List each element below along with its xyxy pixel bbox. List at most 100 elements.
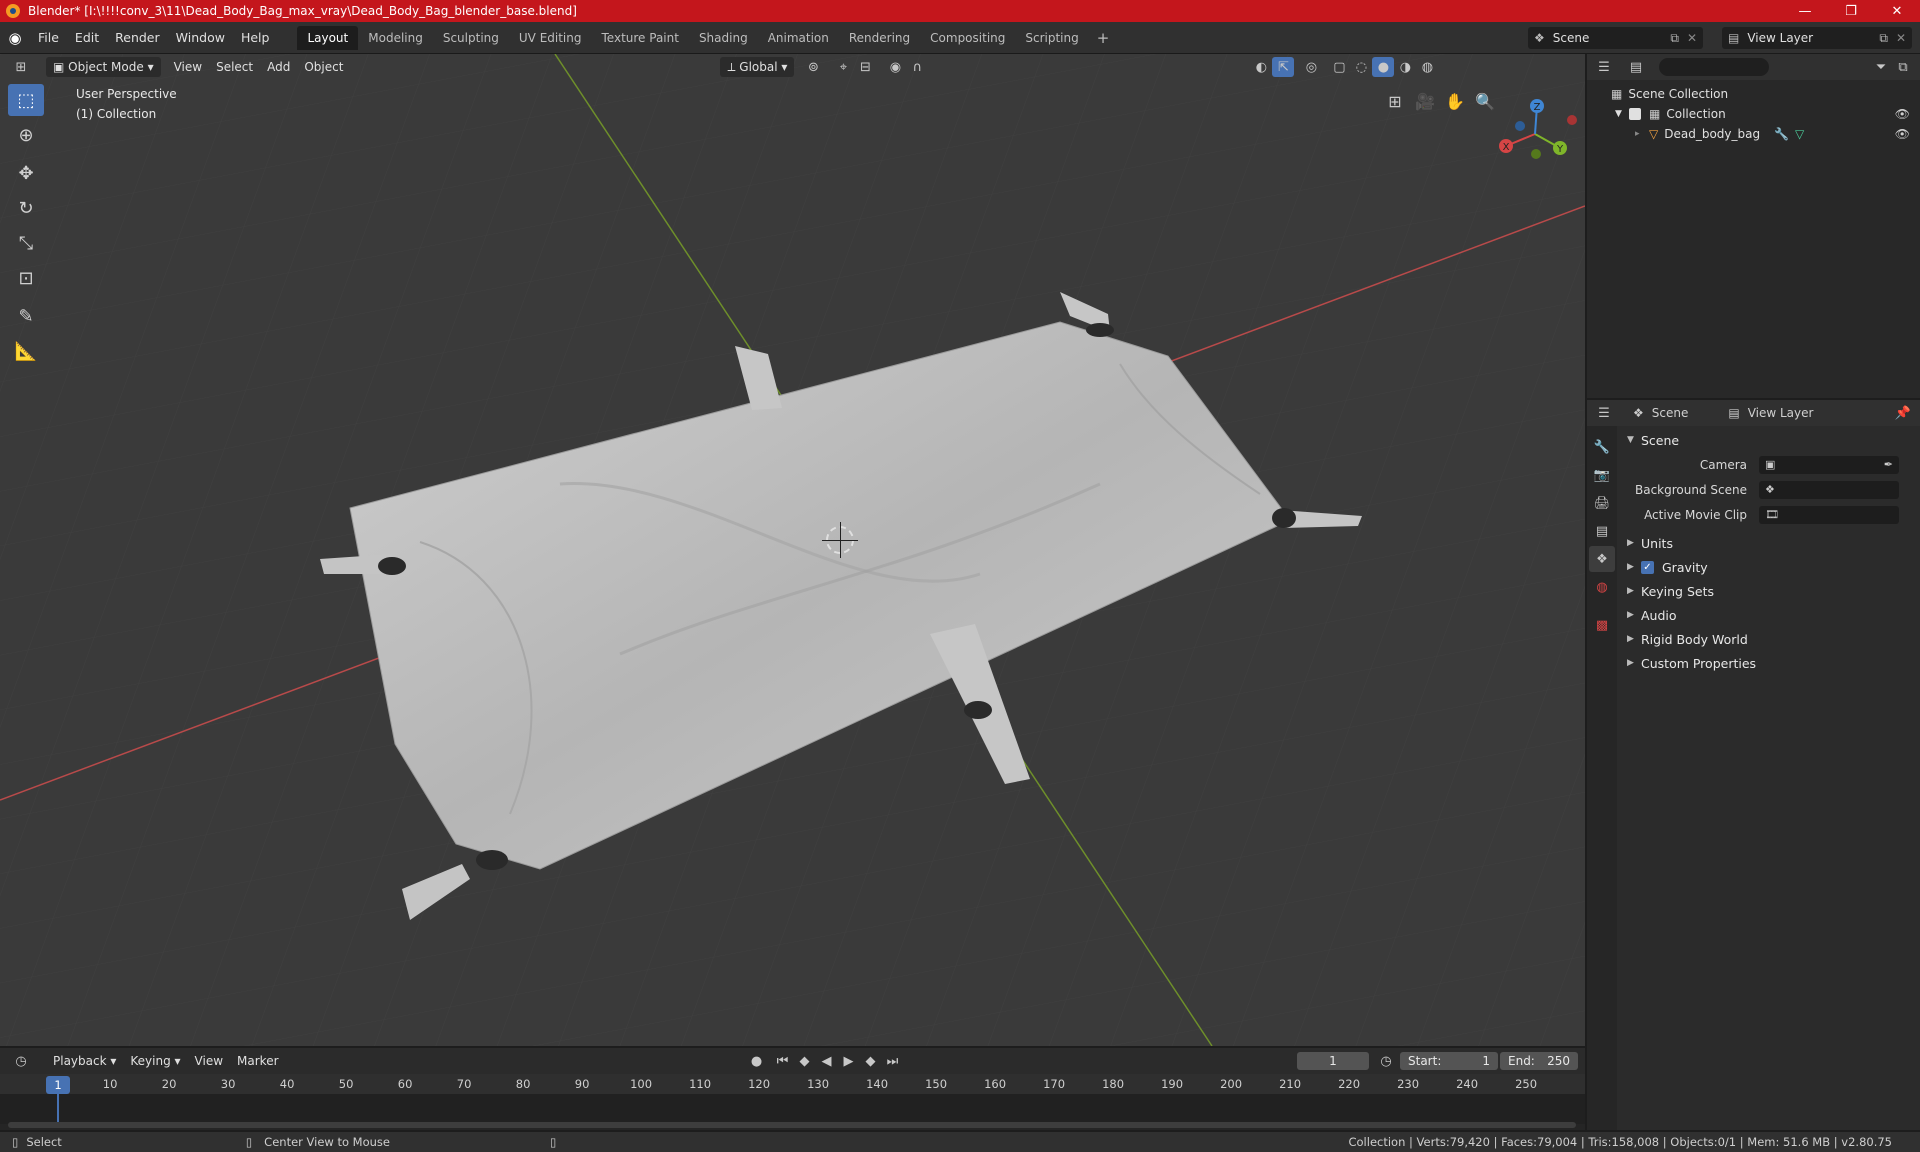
outliner-row-scene-collection[interactable]: ▦ Scene Collection (1587, 84, 1920, 104)
neg-y-axis-gizmo[interactable] (1531, 149, 1541, 159)
close-button[interactable]: ✕ (1874, 0, 1920, 22)
timeline-scrollbar[interactable] (8, 1122, 1576, 1128)
pivot-point-icon[interactable]: ⊚ (802, 57, 824, 77)
new-collection-icon[interactable]: ⧉ (1892, 57, 1914, 77)
play-icon[interactable]: ▶ (838, 1051, 860, 1071)
object-mode-dropdown[interactable]: ▣ Object Mode ▾ (46, 57, 161, 77)
view-layer-selector[interactable]: ▤ View Layer ⧉ ✕ (1722, 27, 1912, 49)
tab-layout[interactable]: Layout (297, 25, 359, 50)
new-scene-icon[interactable]: ⧉ (1670, 31, 1679, 46)
tool-settings-tab-icon[interactable]: 🔧 (1589, 434, 1615, 460)
tab-animation[interactable]: Animation (758, 26, 839, 50)
record-keyframe-icon[interactable]: ● (746, 1051, 768, 1071)
jump-to-prev-keyframe-icon[interactable]: ◆ (794, 1051, 816, 1071)
outliner-search-input[interactable] (1659, 58, 1769, 76)
viewport-menu-add[interactable]: Add (260, 57, 297, 77)
camera-icon[interactable]: 🎥 (1410, 86, 1440, 116)
output-tab-icon[interactable]: 🖨 (1589, 490, 1615, 516)
jump-to-next-keyframe-icon[interactable]: ◆ (860, 1051, 882, 1071)
select-box-tool-icon[interactable]: ⬚ (8, 84, 44, 116)
blender-logo-icon[interactable]: ◉ (0, 29, 30, 47)
tab-scripting[interactable]: Scripting (1015, 26, 1088, 50)
background-scene-field[interactable]: ❖ (1759, 480, 1899, 499)
move-tool-icon[interactable]: ✥ (8, 157, 44, 189)
start-frame-field[interactable]: Start: 1 (1400, 1052, 1498, 1070)
visibility-icon[interactable]: ◐ (1250, 57, 1272, 77)
world-tab-icon[interactable]: ◍ (1589, 574, 1615, 600)
delete-view-layer-icon[interactable]: ✕ (1896, 31, 1906, 45)
rotate-tool-icon[interactable]: ↻ (8, 192, 44, 224)
rendered-shading-icon[interactable]: ◍ (1416, 57, 1438, 77)
outliner-editor-type-icon[interactable]: ☰ (1593, 57, 1615, 77)
wireframe-shading-icon[interactable]: ◌ (1350, 57, 1372, 77)
timeline-menu-view[interactable]: View (188, 1051, 230, 1071)
tab-rendering[interactable]: Rendering (839, 26, 920, 50)
timeline-editor-type-icon[interactable]: ◷ (10, 1051, 32, 1071)
menu-edit[interactable]: Edit (67, 26, 107, 50)
tab-texture-paint[interactable]: Texture Paint (592, 26, 689, 50)
gizmo-toggle-icon[interactable]: ⇱ (1272, 57, 1295, 77)
xray-icon[interactable]: ▢ (1328, 57, 1350, 77)
overlays-icon[interactable]: ◎ (1300, 57, 1322, 77)
mesh-data-icon[interactable]: ▽ (1795, 127, 1804, 141)
tab-compositing[interactable]: Compositing (920, 26, 1015, 50)
current-frame-field[interactable]: 1 (1297, 1052, 1369, 1070)
modifier-wrench-icon[interactable]: 🔧 (1774, 127, 1789, 141)
gravity-panel-header[interactable]: ▶ ✓ Gravity (1617, 555, 1920, 579)
falloff-icon[interactable]: ∩ (906, 57, 928, 77)
tab-uv-editing[interactable]: UV Editing (509, 26, 592, 50)
collection-visibility-eye-icon[interactable]: 👁 (1895, 107, 1910, 121)
measure-tool-icon[interactable]: 📐 (8, 335, 44, 367)
timeline-menu-marker[interactable]: Marker (230, 1051, 285, 1071)
units-panel-header[interactable]: ▶ Units (1617, 531, 1920, 555)
outliner-row-dead-body-bag[interactable]: ▸ ▽ Dead_body_bag 🔧 ▽ 👁 (1587, 124, 1920, 144)
timeline-menu-playback[interactable]: Playback ▾ (46, 1051, 123, 1071)
menu-render[interactable]: Render (107, 26, 168, 50)
snap-target-icon[interactable]: ⊟ (854, 57, 876, 77)
menu-help[interactable]: Help (233, 26, 278, 50)
menu-window[interactable]: Window (168, 26, 233, 50)
neg-z-axis-gizmo[interactable] (1515, 121, 1525, 131)
render-tab-icon[interactable]: 📷 (1589, 462, 1615, 488)
end-frame-field[interactable]: End: 250 (1500, 1052, 1578, 1070)
keying-sets-panel-header[interactable]: ▶ Keying Sets (1617, 579, 1920, 603)
timeline-track-area[interactable] (0, 1094, 1585, 1124)
viewport-menu-object[interactable]: Object (297, 57, 350, 77)
scene-tab-icon[interactable]: ❖ (1589, 546, 1615, 572)
preview-range-clock-icon[interactable]: ◷ (1375, 1051, 1397, 1071)
outliner-row-collection[interactable]: ▼ ▦ Collection 👁 (1587, 104, 1920, 124)
maximize-button[interactable]: ❐ (1828, 0, 1874, 22)
collection-exclude-checkbox[interactable] (1629, 108, 1641, 120)
frame-ruler[interactable]: 1102030405060708090100110120130140150160… (0, 1074, 1585, 1094)
transform-tool-icon[interactable]: ⊡ (8, 262, 44, 294)
3d-viewport[interactable]: ⊞ ▣ Object Mode ▾ View Select Add Object… (0, 54, 1585, 1046)
solid-shading-icon[interactable]: ● (1372, 57, 1395, 77)
eyedropper-icon[interactable]: ✒ (1884, 458, 1893, 471)
scene-selector[interactable]: ❖ Scene ⧉ ✕ (1528, 27, 1703, 49)
properties-editor-type-icon[interactable]: ☰ (1593, 403, 1615, 423)
play-reverse-icon[interactable]: ◀ (816, 1051, 838, 1071)
active-movie-clip-field[interactable]: 🎞 (1759, 505, 1899, 524)
expand-object-icon[interactable]: ▸ (1635, 129, 1649, 139)
menu-file[interactable]: File (30, 26, 67, 50)
expand-collection-icon[interactable]: ▼ (1615, 109, 1629, 119)
toggle-camera-view-icon[interactable]: ⊞ (1380, 86, 1410, 116)
tab-sculpting[interactable]: Sculpting (433, 26, 509, 50)
viewport-menu-select[interactable]: Select (209, 57, 260, 77)
custom-properties-panel-header[interactable]: ▶ Custom Properties (1617, 651, 1920, 675)
viewport-menu-view[interactable]: View (167, 57, 209, 77)
gravity-checkbox[interactable]: ✓ (1641, 560, 1654, 574)
snap-icon[interactable]: ⌖ (832, 57, 854, 77)
transform-orientation-dropdown[interactable]: ⟂ Global ▾ (720, 57, 795, 77)
object-visibility-eye-icon[interactable]: 👁 (1895, 127, 1910, 141)
audio-panel-header[interactable]: ▶ Audio (1617, 603, 1920, 627)
minimize-button[interactable]: — (1782, 0, 1828, 22)
pin-icon[interactable]: 📌 (1892, 403, 1914, 423)
delete-scene-icon[interactable]: ✕ (1687, 31, 1697, 45)
timeline-menu-keying[interactable]: Keying ▾ (123, 1051, 187, 1071)
navigation-gizmo[interactable]: X Y Z (1490, 94, 1580, 174)
cursor-tool-icon[interactable]: ⊕ (8, 119, 44, 151)
neg-x-axis-gizmo[interactable] (1567, 115, 1577, 125)
scale-tool-icon[interactable]: ⤡ (8, 227, 44, 259)
texture-tab-icon[interactable]: ▩ (1589, 612, 1615, 638)
